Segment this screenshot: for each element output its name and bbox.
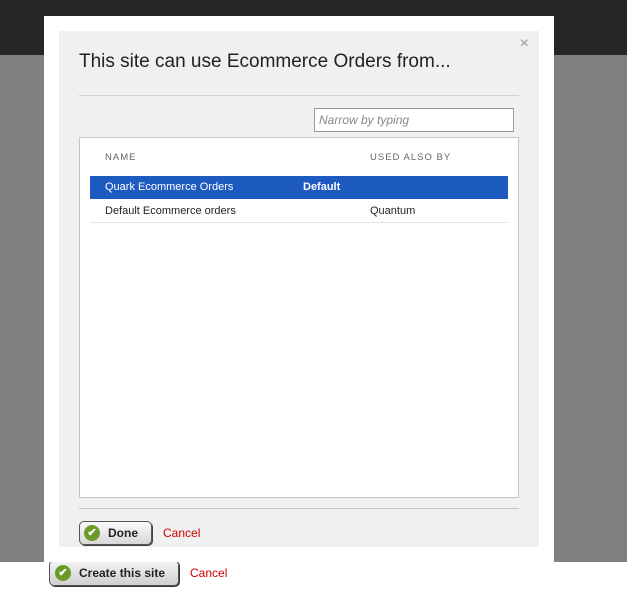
column-header-name: NAME [105,152,137,163]
cancel-link[interactable]: Cancel [163,526,200,540]
dialog-title: This site can use Ecommerce Orders from.… [79,51,451,72]
item-used-by: Quantum [370,205,416,217]
divider [79,95,519,96]
create-site-label: Create this site [79,566,166,580]
column-header-used-also-by: USED ALSO BY [370,152,452,163]
done-label: Done [108,526,138,540]
check-icon: ✔ [84,525,100,541]
divider [79,508,519,509]
options-list: NAME USED ALSO BY Quark Ecommerce Orders… [79,137,519,498]
dialog: × This site can use Ecommerce Orders fro… [44,16,554,562]
close-icon[interactable]: × [520,35,529,53]
filter-input[interactable] [314,108,514,132]
item-name: Default Ecommerce orders [105,205,236,217]
default-badge: Default [303,181,341,193]
item-name: Quark Ecommerce Orders [105,181,234,193]
background-cancel-link[interactable]: Cancel [190,566,227,580]
list-item[interactable]: Quark Ecommerce Orders Default [90,176,508,199]
dialog-panel: × This site can use Ecommerce Orders fro… [59,31,539,547]
list-item[interactable]: Default Ecommerce orders Quantum [90,200,508,223]
done-button[interactable]: ✔ Done [79,521,152,545]
check-icon: ✔ [55,565,71,581]
create-site-button[interactable]: ✔ Create this site [49,560,179,586]
